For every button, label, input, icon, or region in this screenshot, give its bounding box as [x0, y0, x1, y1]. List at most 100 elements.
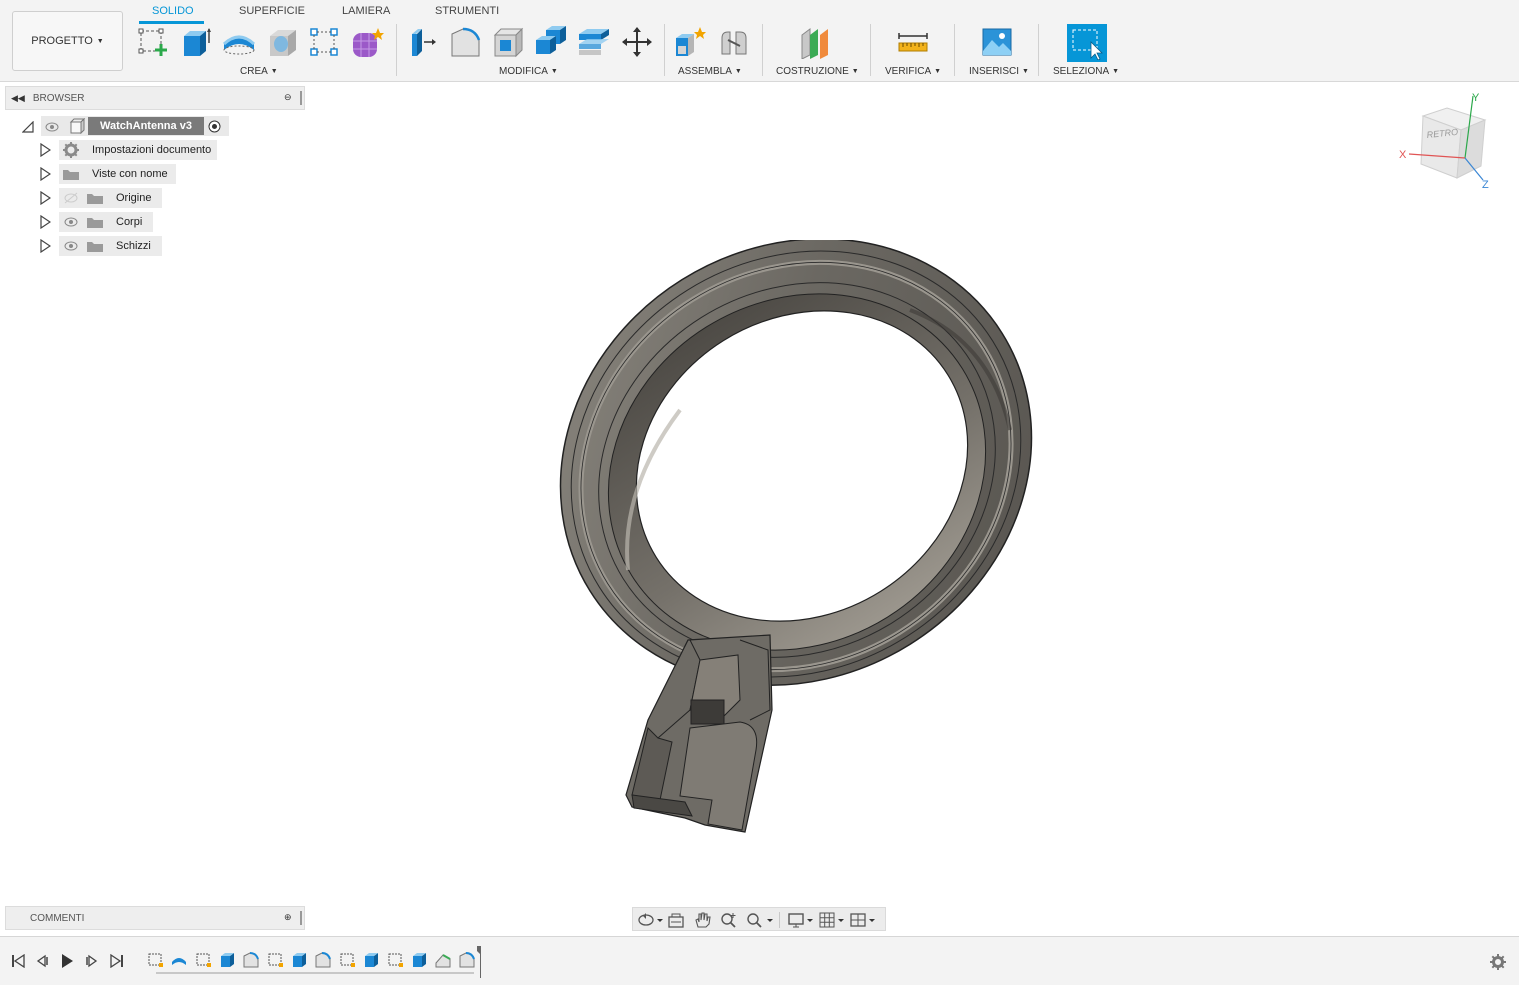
- timeline-sketch-icon[interactable]: [194, 951, 212, 969]
- go-to-end-button[interactable]: [109, 953, 125, 969]
- visibility-eye-icon[interactable]: [63, 240, 79, 252]
- assembla-menu[interactable]: ASSEMBLA ▼: [678, 66, 742, 77]
- visibility-eye-icon[interactable]: [63, 216, 79, 228]
- timeline-extrude-icon[interactable]: [218, 951, 236, 969]
- expander-origine[interactable]: [39, 190, 52, 210]
- tree-item-impostazioni-documento[interactable]: Impostazioni documento: [59, 140, 217, 160]
- caret-down-icon: ▼: [934, 68, 942, 75]
- timeline-extrude-icon[interactable]: [362, 951, 380, 969]
- antenna-connector[interactable]: [625, 634, 773, 833]
- navigation-bar: [632, 907, 886, 931]
- expander-corpi[interactable]: [39, 214, 52, 234]
- construction-plane-icon: [801, 28, 828, 59]
- inserisci-menu[interactable]: INSERISCI ▼: [969, 66, 1029, 77]
- gear-icon: [1490, 954, 1506, 970]
- caret-down-icon: ▼: [96, 37, 104, 45]
- separator: [870, 24, 871, 76]
- panel-grip-icon[interactable]: [300, 91, 302, 105]
- tab-superficie[interactable]: SUPERFICIE: [239, 4, 305, 24]
- pan-button[interactable]: [693, 911, 711, 929]
- expander-schizzi[interactable]: [39, 238, 52, 258]
- hole-icon: [270, 30, 296, 56]
- timeline-revolve-icon[interactable]: [170, 951, 188, 969]
- combine-button[interactable]: [534, 25, 568, 59]
- step-back-button[interactable]: [34, 953, 50, 969]
- go-to-start-button[interactable]: [10, 953, 26, 969]
- tree-item-origine[interactable]: Origine: [59, 188, 162, 208]
- verifica-menu[interactable]: VERIFICA ▼: [885, 66, 941, 77]
- crea-menu[interactable]: CREA ▼: [240, 66, 278, 77]
- viewports-button[interactable]: [849, 911, 877, 929]
- project-label: PROGETTO: [31, 35, 93, 47]
- modifica-menu[interactable]: MODIFICA ▼: [499, 66, 558, 77]
- timeline-chamfer-icon[interactable]: [434, 951, 452, 969]
- play-button[interactable]: [59, 953, 75, 969]
- hole-button[interactable]: [265, 25, 299, 59]
- create-sketch-button[interactable]: [136, 25, 170, 59]
- move-button[interactable]: [620, 25, 654, 59]
- step-forward-button[interactable]: [84, 953, 100, 969]
- fit-button[interactable]: [745, 911, 775, 929]
- panel-grip-icon[interactable]: [300, 911, 302, 925]
- timeline-sketch-icon[interactable]: [386, 951, 404, 969]
- expander-viste[interactable]: [39, 166, 52, 186]
- viewports-icon: [850, 913, 875, 927]
- new-component-button[interactable]: [673, 25, 707, 59]
- grid-settings-button[interactable]: [818, 911, 846, 929]
- timeline-marker[interactable]: [477, 946, 481, 978]
- tab-lamiera[interactable]: LAMIERA: [342, 4, 390, 24]
- timeline-fillet-icon[interactable]: [314, 951, 332, 969]
- root-expander[interactable]: [21, 120, 34, 138]
- orbit-button[interactable]: [637, 911, 663, 929]
- insert-image-button[interactable]: [980, 25, 1014, 59]
- timeline-fillet-icon[interactable]: [242, 951, 260, 969]
- shell-button[interactable]: [491, 25, 525, 59]
- antenna-ring[interactable]: [540, 240, 1060, 773]
- skip-back-icon: [12, 954, 25, 968]
- timeline-sketch-icon[interactable]: [266, 951, 284, 969]
- press-pull-button[interactable]: [405, 25, 439, 59]
- add-comment-icon[interactable]: ⊕: [284, 912, 292, 923]
- offset-plane-button[interactable]: [798, 25, 832, 59]
- visibility-hidden-icon[interactable]: [63, 192, 79, 204]
- fillet-button[interactable]: [448, 25, 482, 59]
- timeline-settings-button[interactable]: [1489, 953, 1507, 976]
- seleziona-menu[interactable]: SELEZIONA ▼: [1053, 66, 1119, 77]
- timeline-extrude-icon[interactable]: [410, 951, 428, 969]
- activate-radio-icon[interactable]: [208, 120, 221, 138]
- tree-item-corpi[interactable]: Corpi: [59, 212, 153, 232]
- zoom-button[interactable]: [719, 911, 739, 929]
- timeline-extrude-icon[interactable]: [290, 951, 308, 969]
- extrude-button[interactable]: [179, 25, 213, 59]
- joint-icon: [721, 31, 747, 55]
- costruzione-menu[interactable]: COSTRUZIONE ▼: [776, 66, 859, 77]
- joint-button[interactable]: [717, 25, 751, 59]
- offset-face-icon: [579, 29, 609, 55]
- timeline-sketch-icon[interactable]: [338, 951, 356, 969]
- caret-down-icon: ▼: [1112, 68, 1120, 75]
- visibility-eye-icon[interactable]: [45, 120, 59, 138]
- offset-face-button[interactable]: [577, 25, 611, 59]
- revolve-button[interactable]: [222, 25, 256, 59]
- expander-impostazioni[interactable]: [39, 142, 52, 162]
- minimize-icon[interactable]: ⊖: [284, 92, 292, 103]
- view-cube[interactable]: RETRO Y X Z: [1395, 90, 1495, 195]
- look-at-button[interactable]: [667, 911, 685, 929]
- pattern-button[interactable]: [307, 25, 341, 59]
- timeline-sketch-icon[interactable]: [146, 951, 164, 969]
- model-viewport-render[interactable]: [540, 240, 1060, 850]
- caret-down-icon: ▼: [734, 68, 742, 75]
- project-button[interactable]: PROGETTO ▼: [12, 11, 123, 71]
- root-component-name[interactable]: WatchAntenna v3: [88, 117, 204, 135]
- timeline-fillet-icon[interactable]: [458, 951, 476, 969]
- monitor-icon: [788, 913, 813, 928]
- display-settings-button[interactable]: [787, 911, 815, 929]
- collapse-panel-icon[interactable]: ◀◀: [11, 93, 25, 104]
- select-button[interactable]: [1067, 24, 1107, 62]
- tree-item-schizzi[interactable]: Schizzi: [59, 236, 162, 256]
- form-button[interactable]: [350, 25, 384, 59]
- tree-item-viste-con-nome[interactable]: Viste con nome: [59, 164, 176, 184]
- form-icon: [353, 28, 384, 57]
- tab-strumenti[interactable]: STRUMENTI: [435, 4, 499, 24]
- measure-button[interactable]: [896, 25, 930, 59]
